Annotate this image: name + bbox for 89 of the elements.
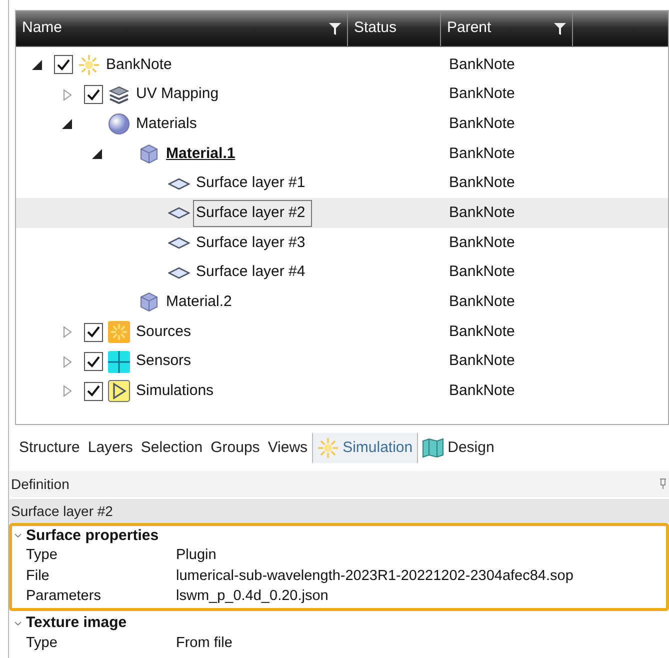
parent-cell-text: BankNote xyxy=(449,173,515,194)
filter-icon[interactable] xyxy=(329,22,341,36)
play-icon xyxy=(108,380,130,402)
tree-row[interactable]: Surface layer #1 BankNote xyxy=(16,168,668,198)
parent-cell-text: BankNote xyxy=(449,232,515,253)
tree-row[interactable]: Surface layer #2 BankNote xyxy=(16,198,668,228)
tree-row[interactable]: Material.2 BankNote xyxy=(16,288,668,318)
panel-title: Definition xyxy=(11,474,70,494)
parent-cell-text: BankNote xyxy=(449,144,515,164)
tab[interactable]: Views xyxy=(264,433,312,463)
group-title: Texture image xyxy=(26,613,127,634)
layers-icon xyxy=(108,84,130,105)
checkbox[interactable] xyxy=(84,352,103,372)
cube-icon xyxy=(138,142,160,165)
tab[interactable]: Groups xyxy=(206,433,264,463)
diamond-icon xyxy=(168,236,190,249)
tree-row[interactable]: Sources BankNote xyxy=(16,317,668,347)
parent-cell-text: BankNote xyxy=(449,381,515,402)
parent-cell-text: BankNote xyxy=(449,351,515,372)
tree-row[interactable]: Material.1 BankNote xyxy=(16,139,668,169)
tree-row[interactable]: Materials BankNote xyxy=(16,109,668,140)
expand-arrow-icon[interactable] xyxy=(62,385,72,398)
property-name: Parameters xyxy=(25,587,102,606)
checkbox[interactable] xyxy=(54,55,73,74)
tab[interactable]: Selection xyxy=(136,433,207,463)
diamond-icon xyxy=(168,266,190,279)
node-label[interactable]: Material.1 xyxy=(163,142,238,166)
tree-row[interactable]: Simulations BankNote xyxy=(16,376,668,406)
sphere-icon xyxy=(108,113,130,136)
cube-icon xyxy=(138,291,160,314)
column-header[interactable]: Name xyxy=(16,11,348,46)
filter-icon[interactable] xyxy=(554,22,566,36)
source-icon xyxy=(108,321,130,344)
crosshair-icon xyxy=(108,350,130,373)
tree-row[interactable]: BankNote BankNote xyxy=(16,50,668,80)
column-header[interactable]: Parent xyxy=(441,11,573,46)
checkbox[interactable] xyxy=(84,85,103,104)
tab[interactable]: Design xyxy=(416,433,498,463)
map-icon xyxy=(422,438,444,458)
property-value: lswm_p_0.4d_0.20.json xyxy=(176,587,328,606)
node-label[interactable]: Simulations xyxy=(133,379,217,404)
node-label[interactable]: Sources xyxy=(133,320,194,344)
collapse-arrow-icon[interactable] xyxy=(92,148,102,159)
sun-icon xyxy=(316,437,339,459)
tab[interactable]: Layers xyxy=(84,433,137,463)
node-label[interactable]: Surface layer #3 xyxy=(193,230,308,256)
property-value: From file xyxy=(176,634,232,653)
tree-row[interactable]: UV Mapping BankNote xyxy=(16,80,668,110)
node-label[interactable]: Surface layer #1 xyxy=(193,171,308,196)
tree-row[interactable]: Surface layer #3 BankNote xyxy=(16,228,668,258)
property-value: lumerical-sub-wavelength-2023R1-20221202-2304afec84.sop xyxy=(176,566,574,586)
parent-cell-text: BankNote xyxy=(449,292,515,312)
expand-arrow-icon[interactable] xyxy=(62,356,72,368)
checkbox[interactable] xyxy=(84,322,103,342)
caret-icon[interactable] xyxy=(14,533,22,539)
node-label[interactable]: BankNote xyxy=(103,52,175,78)
expand-arrow-icon[interactable] xyxy=(62,326,72,338)
parent-cell-text: BankNote xyxy=(449,114,515,134)
tree-row[interactable]: Sensors BankNote xyxy=(16,346,668,377)
expand-arrow-icon[interactable] xyxy=(62,88,72,101)
node-label[interactable]: Surface layer #2 xyxy=(193,200,312,227)
node-label[interactable]: Surface layer #4 xyxy=(193,260,308,285)
node-label[interactable]: Materials xyxy=(133,112,200,136)
property-name: File xyxy=(25,566,50,586)
node-label[interactable]: Material.2 xyxy=(163,290,235,315)
parent-cell-text: BankNote xyxy=(449,203,515,224)
tab[interactable]: Structure xyxy=(15,433,84,463)
diamond-icon xyxy=(168,178,190,190)
node-label[interactable]: Sensors xyxy=(133,349,194,374)
collapse-arrow-icon[interactable] xyxy=(62,119,72,130)
caret-icon[interactable] xyxy=(14,620,22,626)
parent-cell-text: BankNote xyxy=(449,54,515,75)
property-name: Type xyxy=(25,634,58,653)
column-header[interactable]: Status xyxy=(348,11,441,46)
diamond-icon xyxy=(168,207,190,220)
tab[interactable]: Simulation xyxy=(312,433,417,463)
parent-cell-text: BankNote xyxy=(449,262,515,282)
parent-cell-text: BankNote xyxy=(449,322,515,342)
property-value: Plugin xyxy=(176,546,216,566)
property-name: Type xyxy=(25,546,58,566)
parent-cell-text: BankNote xyxy=(449,84,515,104)
node-label[interactable]: UV Mapping xyxy=(133,82,222,107)
pin-icon[interactable] xyxy=(659,478,667,490)
checkbox[interactable] xyxy=(84,382,103,401)
sun-icon xyxy=(78,54,100,76)
tree-row[interactable]: Surface layer #4 BankNote xyxy=(16,258,668,288)
object-name: Surface layer #2 xyxy=(11,502,113,521)
group-title: Surface properties xyxy=(26,526,159,546)
collapse-arrow-icon[interactable] xyxy=(32,60,42,70)
